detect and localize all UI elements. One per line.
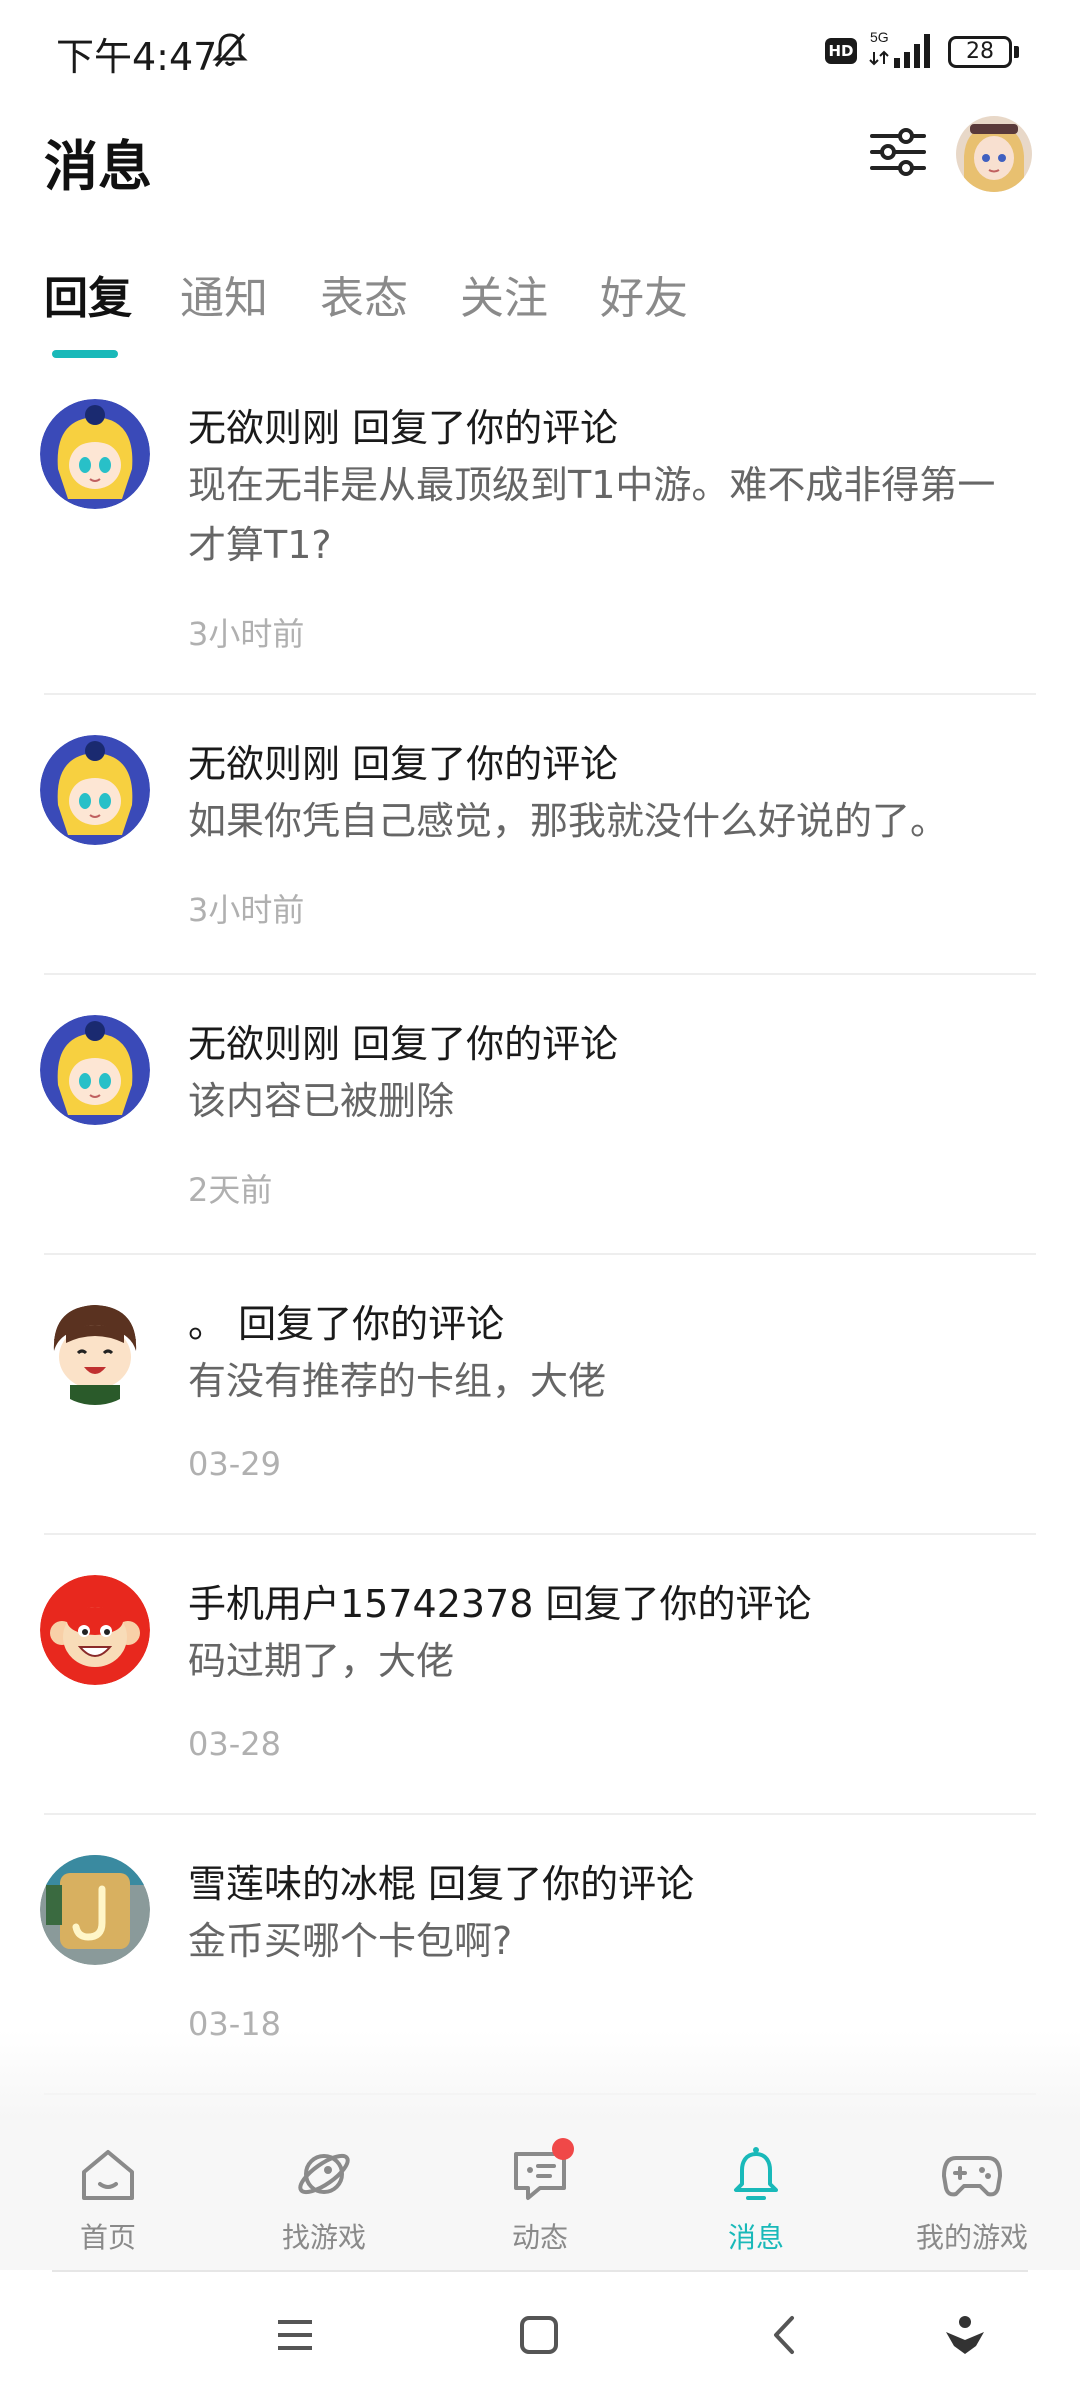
message-body: 现在无非是从最顶级到T1中游。难不成非得第一才算T1? [188,463,996,567]
anime-girl-avatar[interactable] [40,399,150,509]
list-fade-overlay [0,2030,1080,2120]
message-time: 2天前 [188,1171,273,1209]
message-time: 03-29 [188,1445,281,1483]
home-button-icon[interactable] [514,2310,564,2360]
signal-icon: 5G [869,29,930,68]
list-item[interactable]: 无欲则刚 回复了你的评论 该内容已被删除 2天前 [0,975,1080,1253]
message-title: 。 回复了你的评论 [188,1302,505,1346]
message-title: 无欲则刚 回复了你的评论 [188,742,619,786]
message-title: 无欲则刚 回复了你的评论 [188,406,619,450]
bell-icon [734,2147,778,2200]
list-item[interactable]: 。 回复了你的评论 有没有推荐的卡组，大佬 03-29 [0,1255,1080,1533]
user-avatar[interactable] [956,116,1032,192]
message-title: 无欲则刚 回复了你的评论 [188,1022,619,1066]
list-item[interactable]: 无欲则刚 回复了你的评论 如果你凭自己感觉，那我就没什么好说的了。 3小时前 [0,695,1080,973]
message-body: 如果你凭自己感觉，那我就没什么好说的了。 [188,799,949,843]
neon-sign-avatar[interactable] [40,1855,150,1965]
nav-item-find-games[interactable]: 找游戏 [234,2144,414,2264]
anime-girl-avatar[interactable] [40,735,150,845]
tab-follow[interactable]: 关注 [460,262,548,326]
nav-label: 消息 [727,2221,784,2254]
battery-icon: 28 [948,36,1020,68]
tab-friends[interactable]: 好友 [600,262,688,326]
list-item[interactable]: 无欲则刚 回复了你的评论 现在无非是从最顶级到T1中游。难不成非得第一才算T1?… [0,375,1080,693]
nav-label: 首页 [79,2221,136,2254]
planet-icon [298,2153,350,2195]
message-body: 该内容已被删除 [188,1079,455,1123]
bottom-nav: 首页 找游戏 动态 消息 我的游戏 [0,2120,1080,2270]
status-bar: 下午4:47 HD 5G 28 [0,0,1080,100]
message-body: 有没有推荐的卡组，大佬 [188,1359,607,1403]
bell-off-icon [212,33,248,67]
filter-settings-icon[interactable] [868,122,928,182]
monkey-avatar[interactable] [40,1575,150,1685]
system-nav-bar [0,2272,1080,2400]
message-body: 金币买哪个卡包啊? [188,1919,513,1963]
tab-reply[interactable]: 回复 [44,262,132,326]
gamepad-icon [942,2156,1002,2197]
message-tabs: 回复 通知 表态 关注 好友 [0,262,1080,362]
assistant-icon[interactable] [940,2310,990,2360]
tab-reaction[interactable]: 表态 [320,262,408,326]
message-time: 3小时前 [188,891,305,929]
page-title: 消息 [44,135,152,198]
list-item[interactable]: 手机用户15742378 回复了你的评论 码过期了，大佬 03-28 [0,1535,1080,1813]
anime-girl-avatar[interactable] [40,1015,150,1125]
nav-label: 找游戏 [281,2221,366,2254]
menu-icon[interactable] [270,2310,320,2360]
nav-item-messages[interactable]: 消息 [666,2144,846,2264]
nav-label: 动态 [511,2221,568,2254]
tab-notice[interactable]: 通知 [180,262,268,326]
nav-item-feed[interactable]: 动态 [450,2138,630,2264]
message-body: 码过期了，大佬 [188,1639,455,1683]
message-title: 雪莲味的冰棍 回复了你的评论 [188,1862,695,1906]
nav-item-home[interactable]: 首页 [18,2144,198,2264]
cartoon-boy-avatar[interactable] [40,1295,150,1405]
tab-indicator [52,350,118,358]
nav-item-my-games[interactable]: 我的游戏 [882,2144,1062,2264]
message-title: 手机用户15742378 回复了你的评论 [188,1582,812,1626]
hd-badge: HD [825,38,857,64]
message-time: 03-28 [188,1725,281,1763]
home-icon [82,2150,134,2200]
notification-badge [552,2138,574,2160]
message-time: 3小时前 [188,615,305,653]
nav-label: 我的游戏 [915,2221,1028,2254]
back-icon[interactable] [760,2310,810,2360]
status-time: 下午4:47 [56,35,218,79]
svg-text:5G: 5G [870,29,889,45]
